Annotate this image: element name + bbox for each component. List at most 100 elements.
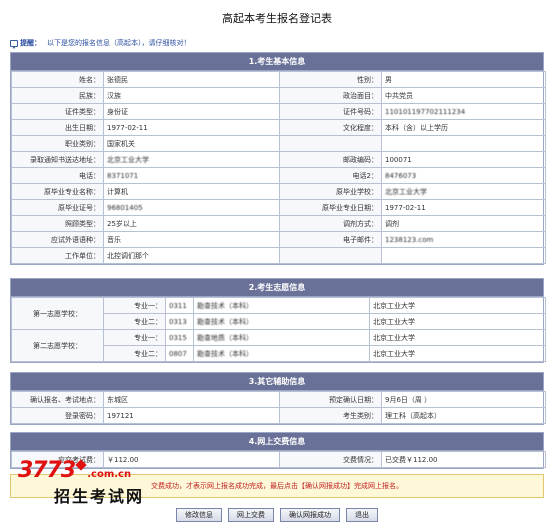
field-value: 音乐 xyxy=(103,231,280,248)
table-row: 姓名： 张德民 性别：男 xyxy=(11,71,546,88)
field-value: 9月6日（周 ） xyxy=(381,391,546,408)
table-row: 原毕业证号： 96801405 原毕业专业日期： 1977-02-11 xyxy=(11,199,546,216)
field-value: 本科（含）以上学历 xyxy=(381,119,546,136)
major-name: 勘查技术（本科） xyxy=(193,313,370,330)
exit-button[interactable]: 退出 xyxy=(346,508,378,522)
online-payment-button[interactable]: 网上交费 xyxy=(228,508,274,522)
action-buttons: 修改信息 网上交费 确认网报成功 退出 xyxy=(0,508,554,522)
choice-school-label: 第一志愿学校： xyxy=(11,297,104,330)
field-label: 电话： xyxy=(11,167,104,184)
field-value: 197121 xyxy=(103,407,280,424)
field-label: 职业类别： xyxy=(11,135,104,152)
logo-number: 3773 xyxy=(18,458,76,483)
field-value: 96801405 xyxy=(103,199,280,216)
field-value: 100071 xyxy=(381,151,546,168)
field-label: 政治面目： xyxy=(279,87,382,104)
field-value: 男 xyxy=(381,71,546,88)
table-row: 原毕业专业名称： 计算机 原毕业学校： 北京工业大学 xyxy=(11,183,546,200)
field-value: 8371071 xyxy=(103,167,280,184)
table-row: 第一志愿学校： 专业一： 0311 勘查技术（本科） 北京工业大学 xyxy=(11,297,546,330)
field-label: 电子邮件： xyxy=(279,231,382,248)
school-name: 北京工业大学 xyxy=(369,345,546,362)
major-code: 0315 xyxy=(165,329,194,346)
field-value: 25岁以上 xyxy=(103,215,280,232)
school-name: 北京工业大学 xyxy=(369,297,546,314)
field-value: 理工科（高起本） xyxy=(381,407,546,424)
table-row: 工作单位： 北控调们那个 xyxy=(11,247,546,264)
major-name: 勘查地质（本科） xyxy=(193,329,370,346)
major-code: 0311 xyxy=(165,297,194,314)
table-row: 第二志愿学校： 专业一： 0315 勘查地质（本科） 北京工业大学 xyxy=(11,329,546,362)
field-label: 工作单位： xyxy=(11,247,104,264)
field-value: 1977-02-11 xyxy=(381,199,546,216)
table-row: 应试外语语种： 音乐 电子邮件： 1238123.com xyxy=(11,231,546,248)
field-label: 照顾类型： xyxy=(11,215,104,232)
table-row: 出生日期： 1977-02-11 文化程度： 本科（含）以上学历 xyxy=(11,119,546,136)
field-label: 邮政编码： xyxy=(279,151,382,168)
field-label: 姓名： xyxy=(11,71,104,88)
other-info-table: 确认报名、考试地点： 东城区 预定确认日期： 9月6日（周 ）登录密码： 197121 考… xyxy=(11,391,546,424)
field-value: 中共党员 xyxy=(381,87,546,104)
page-title: 高起本考生报名登记表 xyxy=(222,12,332,25)
field-label: 录取通知书送达地址： xyxy=(11,151,104,168)
speech-bubble-icon xyxy=(10,39,18,49)
table-row: 民族： 汉族 政治面目： 中共党员 xyxy=(11,87,546,104)
table-row: 登录密码： 197121 考生类别： 理工科（高起本） xyxy=(11,407,546,424)
major-label: 专业二： xyxy=(103,345,166,362)
field-label xyxy=(279,247,382,264)
field-label: 证件号码： xyxy=(279,103,382,120)
choice-table: 第一志愿学校： 专业一： 0311 勘查技术（本科） 北京工业大学 专业二： 0313 勘查技… xyxy=(11,297,546,362)
field-label: 证件类型： xyxy=(11,103,104,120)
field-label: 原毕业专业日期： xyxy=(279,199,382,216)
field-label: 原毕业证号： xyxy=(11,199,104,216)
field-value: 国家机关 xyxy=(103,135,280,152)
logo-subtitle: 招生考试网 xyxy=(54,487,145,506)
major-label: 专业一： xyxy=(103,297,166,314)
section-header: 1.考生基本信息 xyxy=(11,53,543,71)
table-row: 录取通知书送达地址： 北京工业大学 邮政编码： 100071 xyxy=(11,151,546,168)
field-value: 汉族 xyxy=(103,87,280,104)
major-name: 勘查技术（本科） xyxy=(193,345,370,362)
field-value: 东城区 xyxy=(103,391,280,408)
school-name: 北京工业大学 xyxy=(369,313,546,330)
table-row: 职业类别： 国家机关 xyxy=(11,135,546,152)
field-value: 张德民 xyxy=(103,71,280,88)
major-label: 专业一： xyxy=(103,329,166,346)
tip-text: 以下是您的报名信息（高起本），请仔细核对！ xyxy=(47,39,191,47)
table-row: 照顾类型： 25岁以上 调剂方式： 调剂 xyxy=(11,215,546,232)
logo-domain: .com.cn xyxy=(87,469,132,480)
major-name: 勘查技术（本科） xyxy=(193,297,370,314)
section-header: 4.网上交费信息 xyxy=(11,433,543,451)
payment-status-label: 交费情况： xyxy=(279,451,382,468)
table-row: 证件类型： 身份证 证件号码： 110101197702111234 xyxy=(11,103,546,120)
other-info-section: 3.其它辅助信息 确认报名、考试地点： 东城区 预定确认日期： 9月6日（周 ）登录密… xyxy=(10,372,546,425)
field-value: 调剂 xyxy=(381,215,546,232)
field-label: 原毕业专业名称： xyxy=(11,183,104,200)
table-row: 确认报名、考试地点： 东城区 预定确认日期： 9月6日（周 ） xyxy=(11,391,546,408)
table-row: 电话： 8371071 电话2： 8476073 xyxy=(11,167,546,184)
field-label: 登录密码： xyxy=(11,407,104,424)
field-label: 出生日期： xyxy=(11,119,104,136)
field-label: 电话2： xyxy=(279,167,382,184)
field-label: 预定确认日期： xyxy=(279,391,382,408)
field-value: 北控调们那个 xyxy=(103,247,280,264)
field-value xyxy=(381,135,546,152)
field-value: 北京工业大学 xyxy=(103,151,280,168)
choice-school-label: 第二志愿学校： xyxy=(11,329,104,362)
field-value: 1977-02-11 xyxy=(103,119,280,136)
field-label: 文化程度： xyxy=(279,119,382,136)
field-value: 北京工业大学 xyxy=(381,183,546,200)
field-value xyxy=(381,247,546,264)
field-value: 1238123.com xyxy=(381,231,546,248)
field-value: 110101197702111234 xyxy=(381,103,546,120)
field-label: 确认报名、考试地点： xyxy=(11,391,104,408)
tip-label: 提醒： xyxy=(20,39,41,47)
field-label: 应试外语语种： xyxy=(11,231,104,248)
confirm-registration-button[interactable]: 确认网报成功 xyxy=(280,508,340,522)
basic-info-table: 姓名： 张德民 性别：男民族： 汉族 政治面目： 中共党员 证件类型： 身份证 证件号码： 110… xyxy=(11,71,546,264)
field-label: 原毕业学校： xyxy=(279,183,382,200)
edit-info-button[interactable]: 修改信息 xyxy=(176,508,222,522)
section-header: 2.考生志愿信息 xyxy=(11,279,543,297)
section-header: 3.其它辅助信息 xyxy=(11,373,543,391)
major-code: 0807 xyxy=(165,345,194,362)
